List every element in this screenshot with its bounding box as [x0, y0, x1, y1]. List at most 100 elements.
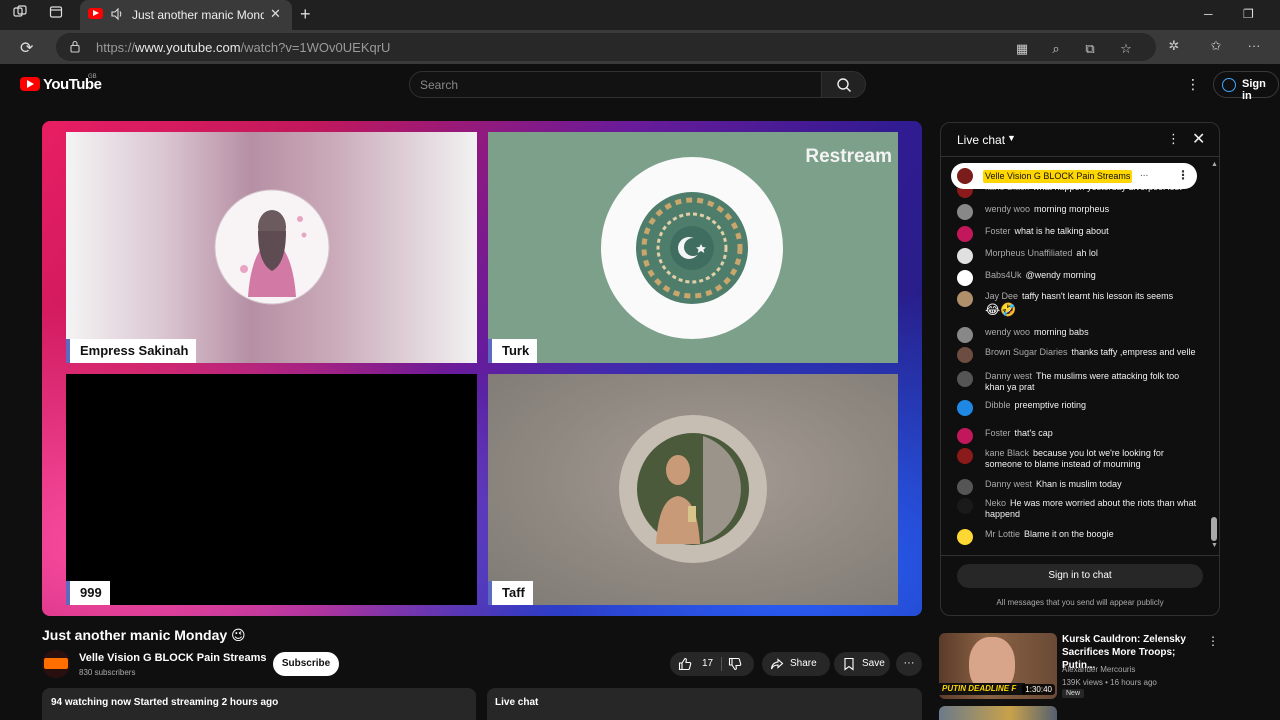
chat-author[interactable]: Foster	[985, 428, 1011, 438]
avatar[interactable]	[957, 291, 973, 307]
chat-author[interactable]: Morpheus Unaffiliated	[985, 248, 1072, 258]
chat-author[interactable]: Mr Lottie	[985, 529, 1020, 539]
watching-stats: 94 watching now Started streaming 2 hour…	[51, 697, 279, 708]
description-box[interactable]: 94 watching now Started streaming 2 hour…	[42, 688, 476, 720]
tab-actions-icon[interactable]	[46, 5, 66, 25]
chat-author[interactable]: Foster	[985, 226, 1011, 236]
chat-author[interactable]: Danny west	[985, 371, 1032, 381]
chat-more-icon[interactable]: ⋮	[1167, 131, 1180, 147]
video-player[interactable]: Empress Sakinah Restream Turk 999 Taff	[42, 121, 922, 616]
chat-text: @wendy morning	[1025, 270, 1096, 280]
sign-in-button[interactable]: Sign in	[1213, 71, 1279, 102]
favorite-star-icon[interactable]: ☆	[1118, 41, 1134, 57]
install-app-icon[interactable]: ⧉	[1082, 41, 1098, 57]
avatar[interactable]	[957, 204, 973, 220]
chat-message[interactable]: Babs4Uk @wendy morning	[957, 270, 1197, 286]
avatar[interactable]	[957, 479, 973, 495]
chat-message[interactable]: Danny west The muslims were attacking fol…	[957, 371, 1197, 393]
chat-scrollbar[interactable]: ▲ ▼	[1211, 161, 1218, 551]
recommendation-more-icon[interactable]: ⋮	[1207, 634, 1219, 648]
chat-mode-selector[interactable]: Live chat	[957, 133, 1005, 147]
chat-message[interactable]: wendy woo morning morpheus	[957, 204, 1197, 220]
chat-author[interactable]: Babs4Uk	[985, 270, 1022, 280]
avatar[interactable]	[957, 400, 973, 416]
avatar[interactable]	[957, 248, 973, 264]
address-bar[interactable]: https://www.youtube.com/watch?v=1WOv0UEK…	[56, 33, 1156, 61]
close-tab-icon[interactable]: ✕	[270, 6, 281, 22]
save-button[interactable]: Save	[834, 652, 890, 676]
sign-in-to-chat-button[interactable]: Sign in to chat	[957, 564, 1203, 588]
chat-author[interactable]: wendy woo	[985, 204, 1030, 214]
avatar[interactable]	[957, 371, 973, 387]
thumbs-down-icon	[728, 657, 742, 671]
chat-author[interactable]: Dibble	[985, 400, 1011, 410]
reload-icon[interactable]: ⟳	[20, 38, 33, 58]
extensions-icon[interactable]: ✲	[1166, 38, 1182, 54]
search-button[interactable]	[821, 71, 866, 98]
dislike-button[interactable]	[728, 657, 744, 671]
chat-message[interactable]: Mr Lottie Blame it on the boogie	[957, 529, 1197, 545]
like-button[interactable]: 17	[678, 657, 720, 671]
chat-author[interactable]: Jay Dee	[985, 291, 1018, 301]
zoom-icon[interactable]: ⌕	[1048, 41, 1064, 57]
chat-author[interactable]: wendy woo	[985, 327, 1030, 337]
close-chat-icon[interactable]: ✕	[1192, 129, 1205, 149]
search-input[interactable]	[420, 77, 800, 93]
avatar[interactable]	[957, 327, 973, 343]
header-more-icon[interactable]: ⋮	[1186, 76, 1200, 93]
avatar[interactable]	[957, 498, 973, 514]
scroll-up-icon[interactable]: ▲	[1211, 161, 1218, 168]
pinned-ellipsis: ...	[1140, 168, 1149, 179]
chat-author[interactable]: Neko	[985, 498, 1006, 508]
recommended-video-thumbnail[interactable]	[939, 706, 1057, 720]
pinned-message[interactable]: Velle Vision G BLOCK Pain Streams ... ⋮	[951, 163, 1197, 189]
minimize-icon[interactable]: ─	[1204, 7, 1213, 21]
recommended-channel[interactable]: Alexander Mercouris	[1062, 665, 1135, 674]
live-chat-replay-header[interactable]: Live chat	[487, 688, 922, 720]
avatar	[957, 168, 973, 184]
subscribe-button[interactable]: Subscribe	[273, 652, 339, 676]
restore-icon[interactable]: ❐	[1243, 7, 1254, 21]
recommended-video-thumbnail[interactable]: PUTIN DEADLINE F 1:30:40	[939, 633, 1057, 699]
tab-title: Just another manic Monday	[132, 8, 264, 22]
pinned-more-icon[interactable]: ⋮	[1177, 168, 1189, 182]
youtube-logo-icon[interactable]	[20, 77, 40, 91]
chat-message[interactable]: Foster what is he talking about	[957, 226, 1197, 242]
more-actions-button[interactable]: ···	[896, 652, 922, 676]
chat-message[interactable]: Foster that's cap	[957, 428, 1197, 444]
chat-message[interactable]: kane Black because you lot we're looking …	[957, 448, 1197, 470]
chat-message[interactable]: Morpheus Unaffiliated ah lol	[957, 248, 1197, 264]
avatar[interactable]	[957, 226, 973, 242]
scroll-down-icon[interactable]: ▼	[1211, 542, 1218, 549]
avatar[interactable]	[957, 347, 973, 363]
chat-author[interactable]: Danny west	[985, 479, 1032, 489]
avatar[interactable]	[957, 428, 973, 444]
chat-message[interactable]: Dibble preemptive rioting	[957, 400, 1197, 416]
app-available-icon[interactable]: ▦	[1014, 41, 1030, 57]
speaker-icon[interactable]	[110, 7, 124, 21]
avatar[interactable]	[957, 270, 973, 286]
avatar[interactable]	[957, 529, 973, 545]
chat-author[interactable]: Brown Sugar Diaries	[985, 347, 1068, 357]
chat-author[interactable]: kane Black	[985, 448, 1029, 458]
favorites-icon[interactable]: ✩	[1208, 38, 1224, 54]
chat-message[interactable]: Neko He was more worried about the riots …	[957, 498, 1197, 520]
chat-message[interactable]: Jay Dee taffy hasn't learnt his lesson it…	[957, 291, 1197, 318]
channel-name[interactable]: Velle Vision G BLOCK Pain Streams	[79, 652, 266, 664]
browser-tab[interactable]: Just another manic Monday ✕	[80, 0, 292, 30]
lock-icon[interactable]	[70, 40, 80, 53]
chevron-down-icon[interactable]: ▼	[1007, 133, 1016, 143]
chat-scroll-thumb[interactable]	[1211, 517, 1217, 541]
settings-more-icon[interactable]: ···	[1246, 38, 1262, 54]
new-tab-button[interactable]: +	[300, 4, 311, 25]
channel-avatar[interactable]	[42, 650, 70, 678]
chat-message-list[interactable]: kane Blackwhat happen yesterday Liverpoo…	[941, 157, 1213, 553]
chat-message[interactable]: Brown Sugar Diaries thanks taffy ,empress…	[957, 347, 1197, 363]
search-box[interactable]	[409, 71, 822, 98]
url-text[interactable]: https://www.youtube.com/watch?v=1WOv0UEK…	[96, 40, 390, 55]
share-button[interactable]: Share	[762, 652, 830, 676]
avatar[interactable]	[957, 448, 973, 464]
chat-message[interactable]: wendy woo morning babs	[957, 327, 1197, 343]
chat-message[interactable]: Danny west Khan is muslim today	[957, 479, 1197, 495]
workspaces-icon[interactable]	[10, 5, 30, 25]
